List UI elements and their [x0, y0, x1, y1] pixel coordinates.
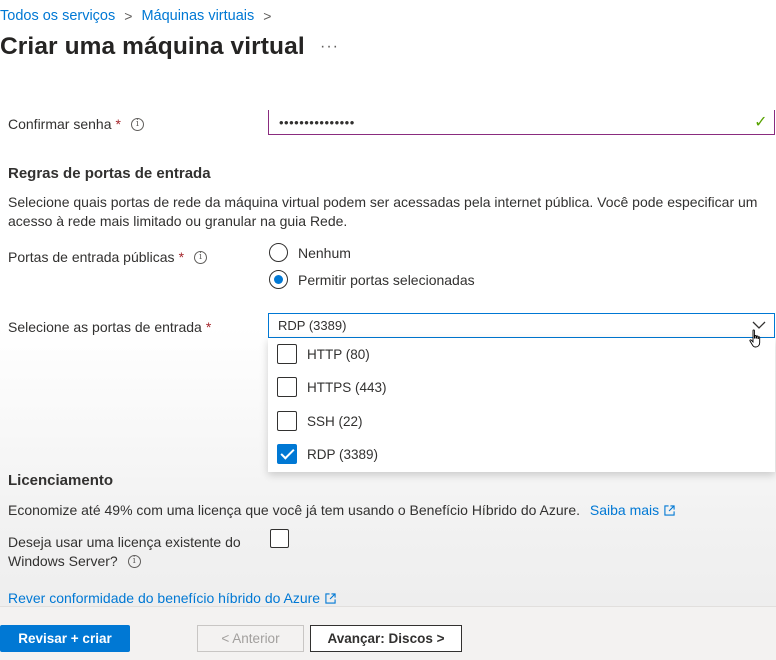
password-value: ••••••••••••••• [279, 114, 355, 130]
breadcrumb-all-services[interactable]: Todos os serviços [0, 8, 115, 24]
inbound-rules-heading: Regras de portas de entrada [8, 165, 211, 182]
existing-license-label: Deseja usar uma licença existente do Win… [8, 533, 774, 571]
option-http[interactable]: HTTP (80) [277, 344, 370, 364]
inbound-rules-description: Selecione quais portas de rede da máquin… [8, 194, 758, 229]
radio-none[interactable]: Nenhum [269, 243, 351, 262]
option-rdp[interactable]: RDP (3389) [277, 444, 378, 464]
info-icon[interactable]: i [130, 117, 144, 131]
existing-license-line2-row: Windows Server? i [8, 552, 774, 571]
option-https-label: HTTPS (443) [307, 379, 387, 395]
option-ssh-checkbox[interactable] [277, 411, 297, 431]
option-http-label: HTTP (80) [307, 346, 370, 362]
radio-allow-selected-label: Permitir portas selecionadas [298, 271, 475, 288]
review-compliance-text: Rever conformidade do benefício híbrido … [8, 590, 321, 606]
option-ssh[interactable]: SSH (22) [277, 411, 363, 431]
learn-more-text: Saiba mais [589, 502, 660, 518]
info-icon[interactable]: i [127, 555, 141, 568]
option-https[interactable]: HTTPS (443) [277, 377, 387, 397]
required-marker: * [115, 116, 121, 132]
existing-license-line2: Windows Server? [8, 553, 118, 569]
ports-dropdown-list: HTTP (80) HTTPS (443) SSH (22) RDP (3389… [268, 338, 775, 472]
breadcrumb-separator: > [263, 8, 272, 24]
public-ports-label: Portas de entrada públicas * i [8, 249, 208, 265]
required-marker: * [205, 319, 212, 335]
breadcrumb-separator: > [124, 8, 133, 24]
external-link-icon [664, 505, 675, 516]
page-title: Criar uma máquina virtual [0, 33, 305, 60]
licensing-description-text: Economize até 49% com uma licença que vo… [8, 502, 580, 518]
public-ports-text: Portas de entrada públicas [8, 249, 175, 265]
inbound-ports-dropdown[interactable]: RDP (3389) [268, 313, 775, 338]
confirm-password-text: Confirmar senha [8, 116, 112, 132]
radio-none-label: Nenhum [298, 244, 351, 261]
required-marker: * [178, 249, 185, 265]
review-create-button[interactable]: Revisar + criar [0, 625, 130, 652]
next-disks-button[interactable]: Avançar: Discos > [310, 625, 462, 652]
existing-license-checkbox[interactable] [270, 529, 289, 548]
option-rdp-checkbox[interactable] [277, 444, 297, 464]
more-options-button[interactable]: ··· [320, 38, 339, 56]
confirm-password-input[interactable]: ••••••••••••••• ✓ [268, 110, 775, 135]
hand-cursor-icon [749, 329, 761, 348]
breadcrumb: Todos os serviços > Máquinas virtuais > [0, 8, 280, 24]
radio-allow-selected-indicator[interactable] [269, 270, 288, 289]
option-http-checkbox[interactable] [277, 344, 297, 364]
checkmark-icon: ✓ [754, 114, 768, 131]
licensing-description: Economize até 49% com uma licença que vo… [8, 501, 774, 520]
option-https-checkbox[interactable] [277, 377, 297, 397]
info-icon[interactable]: i [194, 250, 208, 264]
footer-bar: Revisar + criar < Anterior Avançar: Disc… [0, 606, 776, 660]
radio-allow-selected-ports[interactable]: Permitir portas selecionadas [269, 270, 475, 289]
select-ports-label: Selecione as portas de entrada * [8, 319, 211, 335]
confirm-password-label: Confirmar senha * i [8, 116, 144, 132]
dropdown-selected-value: RDP (3389) [278, 318, 347, 333]
option-rdp-label: RDP (3389) [307, 446, 379, 462]
select-ports-text: Selecione as portas de entrada [8, 319, 202, 335]
external-link-icon [325, 593, 336, 604]
breadcrumb-virtual-machines[interactable]: Máquinas virtuais [141, 8, 254, 24]
previous-button[interactable]: < Anterior [197, 625, 304, 652]
existing-license-line1: Deseja usar uma licença existente do [8, 534, 241, 550]
radio-none-indicator[interactable] [269, 243, 288, 262]
licensing-heading: Licenciamento [8, 472, 114, 489]
option-ssh-label: SSH (22) [307, 413, 363, 429]
learn-more-link[interactable]: Saiba mais [590, 502, 675, 518]
